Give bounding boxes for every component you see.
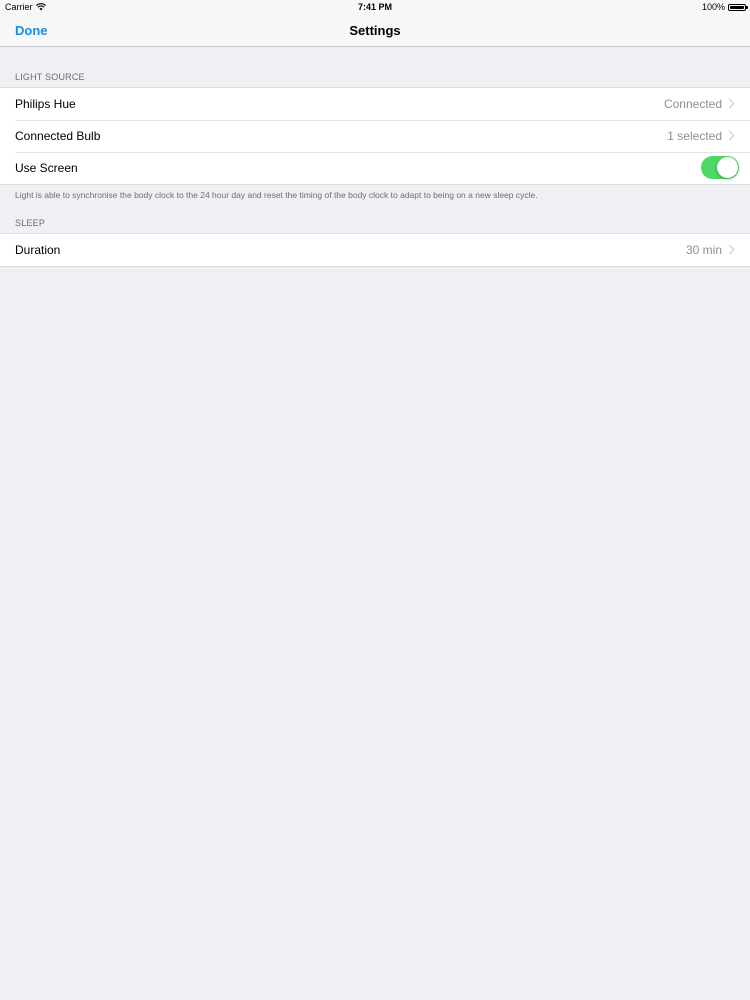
row-value: 30 min	[685, 243, 722, 257]
section-header-sleep: SLEEP	[15, 218, 46, 228]
row-use-screen: Use Screen	[0, 152, 750, 184]
light-source-group: Philips Hue Connected Connected Bulb 1 s…	[0, 87, 750, 185]
navigation-bar: Done Settings	[0, 14, 750, 47]
row-label: Duration	[15, 243, 61, 257]
status-time: 7:41 PM	[357, 2, 392, 12]
battery-percent: 100%	[701, 2, 725, 12]
row-label: Connected Bulb	[15, 129, 101, 143]
use-screen-toggle[interactable]	[701, 156, 739, 179]
row-philips-hue[interactable]: Philips Hue Connected	[0, 88, 750, 120]
toggle-knob	[717, 157, 738, 178]
row-value: Connected	[663, 97, 722, 111]
row-duration[interactable]: Duration 30 min	[0, 234, 750, 266]
chevron-right-icon	[724, 130, 735, 141]
row-connected-bulb[interactable]: Connected Bulb 1 selected	[0, 120, 750, 152]
light-source-footer: Light is able to synchronise the body cl…	[15, 190, 538, 200]
battery-icon	[728, 3, 748, 11]
status-bar: Carrier 7:41 PM 100%	[0, 0, 750, 14]
chevron-right-icon	[724, 98, 735, 109]
battery-fill	[730, 5, 744, 9]
page-title: Settings	[349, 23, 401, 38]
section-header-light-source: LIGHT SOURCE	[15, 72, 85, 82]
row-label: Use Screen	[15, 161, 78, 175]
chevron-right-icon	[724, 244, 735, 255]
row-value: 1 selected	[667, 129, 722, 143]
status-battery: 100%	[701, 2, 748, 12]
row-label: Philips Hue	[15, 97, 76, 111]
sleep-group: Duration 30 min	[0, 233, 750, 267]
